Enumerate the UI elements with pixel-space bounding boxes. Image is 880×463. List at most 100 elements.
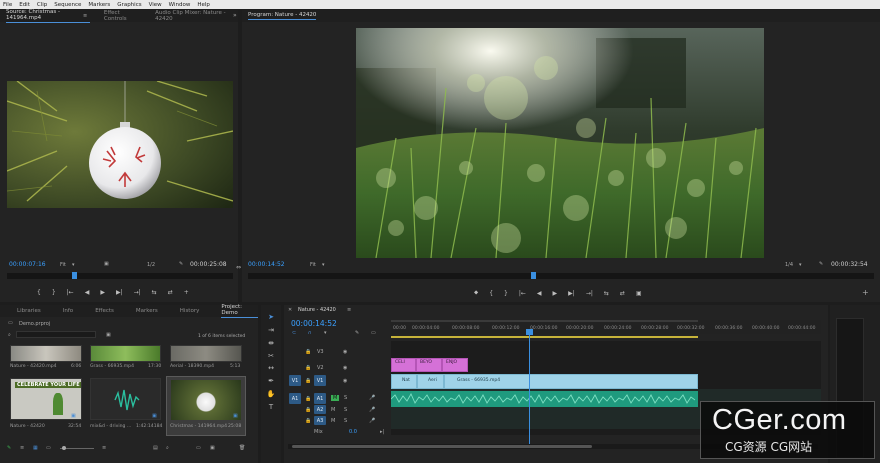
program-timecode-in[interactable]: 00:00:14:52	[248, 261, 285, 268]
solo-toggle[interactable]: S	[344, 407, 347, 413]
sort-icon[interactable]: ≡	[102, 445, 106, 451]
tab-effects[interactable]: Effects	[95, 308, 114, 314]
program-fit-select[interactable]: Fit	[310, 262, 316, 268]
panel-menu-icon[interactable]: ≡	[83, 13, 87, 19]
menu-file[interactable]: File	[3, 2, 12, 8]
program-playhead[interactable]	[531, 272, 536, 279]
go-to-out-icon[interactable]: →|	[586, 290, 593, 297]
mute-toggle[interactable]: M	[331, 395, 340, 401]
chevron-down-icon[interactable]: ▾	[72, 262, 75, 268]
source-scrubber[interactable]	[7, 272, 233, 279]
tab-effect-controls[interactable]: Effect Controls	[104, 10, 141, 22]
solo-toggle[interactable]: S	[344, 395, 347, 401]
panel-menu-icon[interactable]: ≡	[347, 307, 351, 313]
project-item-thumbnail[interactable]	[90, 378, 161, 420]
menu-markers[interactable]: Markers	[88, 2, 110, 8]
solo-toggle[interactable]: S	[344, 418, 347, 424]
snap-icon[interactable]: ⊂	[292, 330, 296, 336]
pen-tool-icon[interactable]: ✒	[266, 376, 276, 386]
tab-program[interactable]: Program: Nature - 42420	[248, 12, 317, 20]
track-label-a1[interactable]: A1	[314, 393, 326, 404]
tab-source[interactable]: Source: Christmas - 141964.mp4	[6, 9, 90, 23]
tab-libraries[interactable]: Libraries	[17, 308, 41, 314]
linked-selection-icon[interactable]: ∩	[308, 330, 312, 336]
microphone-icon[interactable]: 🎤	[369, 418, 375, 424]
tab-markers[interactable]: Markers	[136, 308, 158, 314]
source-target-a1[interactable]: A1	[289, 393, 301, 404]
chevron-down-icon[interactable]: ▾	[799, 262, 802, 268]
go-to-out-icon[interactable]: →|	[134, 289, 141, 296]
automate-icon[interactable]: ▤	[153, 445, 158, 451]
find-icon[interactable]: ⌕	[166, 445, 169, 451]
search-icon[interactable]: ⌕	[8, 332, 11, 338]
audio-clip[interactable]	[390, 391, 698, 407]
go-to-in-icon[interactable]: |←	[67, 289, 74, 296]
export-frame-icon[interactable]: ▣	[636, 290, 642, 297]
toggle-sync-lock-icon[interactable]: 🔒	[305, 365, 311, 371]
toggle-sync-lock-icon[interactable]: 🔒	[305, 396, 311, 402]
microphone-icon[interactable]: 🎤	[369, 407, 375, 413]
track-label-a3[interactable]: A3	[314, 416, 326, 425]
panel-menu-icon[interactable]: »	[233, 12, 237, 19]
menu-graphics[interactable]: Graphics	[117, 2, 141, 8]
pencil-icon[interactable]: ✎	[7, 445, 11, 451]
step-back-icon[interactable]: ◀	[537, 290, 542, 297]
graphics-clip[interactable]: CELI	[391, 358, 416, 372]
source-target-v1[interactable]: V1	[289, 375, 301, 386]
add-button-icon[interactable]: +	[862, 288, 869, 297]
program-fraction-select[interactable]: 1/4	[785, 262, 793, 268]
freeform-view-icon[interactable]: ▭	[46, 445, 51, 451]
mute-toggle[interactable]: M	[331, 407, 335, 413]
timeline-tab[interactable]: Nature - 42420	[298, 307, 336, 313]
zoom-slider-handle[interactable]	[62, 446, 66, 450]
captions-icon[interactable]: ▭	[371, 330, 376, 336]
toggle-sync-lock-icon[interactable]: 🔒	[305, 378, 311, 384]
chevron-down-icon[interactable]: ▾	[322, 262, 325, 268]
extract-icon[interactable]: ⇄	[620, 290, 625, 297]
mute-toggle[interactable]: M	[331, 418, 335, 424]
project-item-thumbnail[interactable]	[10, 345, 82, 362]
project-item-thumbnail[interactable]	[90, 345, 161, 362]
timeline-timecode[interactable]: 00:00:14:52	[291, 319, 337, 328]
track-label-v1[interactable]: V1	[314, 375, 326, 386]
mark-out-icon[interactable]: }	[504, 290, 508, 297]
menu-view[interactable]: View	[149, 2, 162, 8]
play-icon[interactable]: ▶	[100, 289, 105, 296]
mark-in-icon[interactable]: {	[37, 289, 41, 296]
timeline-playhead[interactable]	[529, 329, 530, 447]
graphics-clip[interactable]: ENJO	[442, 358, 468, 372]
scrollbar-thumb[interactable]	[292, 445, 592, 448]
source-video-frame[interactable]	[7, 81, 233, 208]
step-forward-icon[interactable]: ▶|	[568, 290, 575, 297]
zoom-slider[interactable]	[60, 446, 94, 450]
tab-audio-clip-mixer[interactable]: Audio Clip Mixer: Nature - 42420	[155, 10, 238, 22]
razor-tool-icon[interactable]: ✂	[266, 351, 276, 361]
project-search-input[interactable]	[16, 331, 96, 338]
source-fit-select[interactable]: Fit	[60, 262, 66, 268]
eye-icon[interactable]: ◉	[343, 378, 347, 384]
tab-info[interactable]: Info	[63, 308, 73, 314]
microphone-icon[interactable]: 🎤	[369, 395, 375, 401]
add-marker-icon[interactable]: ▾	[324, 330, 327, 336]
step-forward-icon[interactable]: ▶|	[116, 289, 123, 296]
hand-tool-icon[interactable]: ✋	[266, 389, 276, 399]
program-video-frame[interactable]	[356, 28, 764, 258]
menu-clip[interactable]: Clip	[37, 2, 47, 8]
mix-value[interactable]: 0.0	[349, 429, 357, 435]
graphics-clip[interactable]: BEYO	[416, 358, 442, 372]
toggle-sync-lock-icon[interactable]: 🔒	[305, 418, 311, 424]
source-playhead[interactable]	[72, 272, 77, 279]
track-select-tool-icon[interactable]: ⇥	[266, 325, 276, 335]
trash-icon[interactable]: 🗑	[239, 445, 245, 451]
mark-out-icon[interactable]: }	[52, 289, 56, 296]
menu-window[interactable]: Window	[169, 2, 191, 8]
overwrite-icon[interactable]: ⇄	[168, 289, 173, 296]
eye-icon[interactable]: ◉	[343, 365, 347, 371]
new-item-icon[interactable]: ▣	[210, 445, 215, 451]
menu-edit[interactable]: Edit	[19, 2, 30, 8]
icon-view-icon[interactable]: ▦	[33, 445, 38, 451]
marker-icon[interactable]: ▣	[104, 261, 109, 267]
menu-sequence[interactable]: Sequence	[54, 2, 81, 8]
close-icon[interactable]: ✕	[288, 307, 292, 313]
work-area-bar[interactable]	[391, 320, 698, 322]
